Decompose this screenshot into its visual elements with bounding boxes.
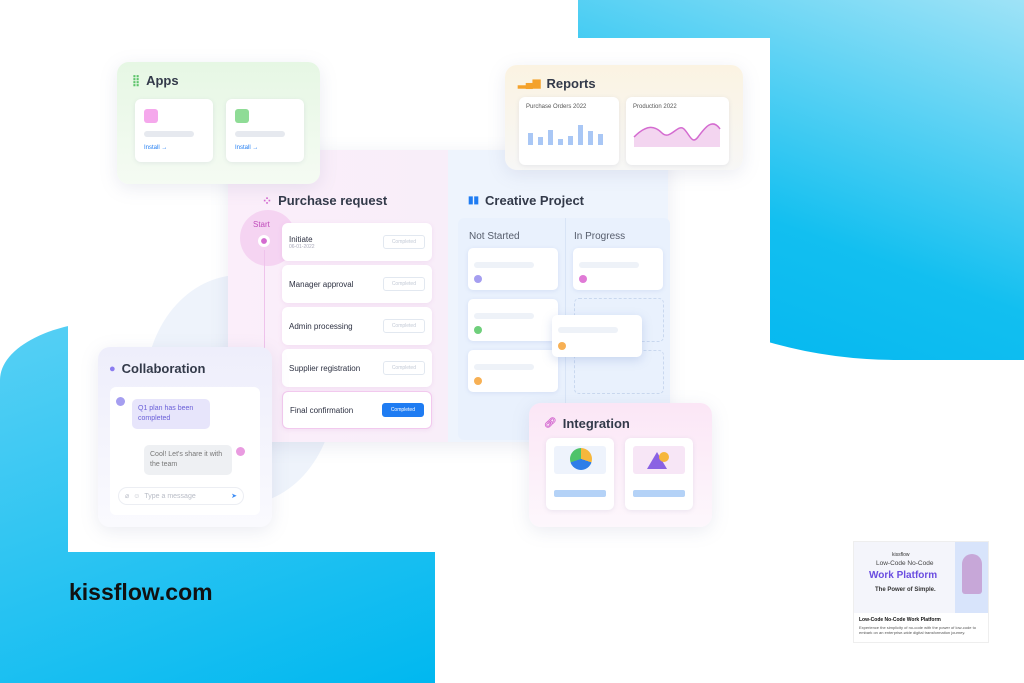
site-url: kissflow.com xyxy=(69,579,213,605)
start-label: Start xyxy=(253,220,270,229)
kanban-icon: ▮▮ xyxy=(468,195,480,206)
task-card[interactable] xyxy=(468,248,558,290)
bar-chart-icon: ▂▄▆ xyxy=(518,78,541,89)
bar xyxy=(538,137,543,145)
step-name: Final confirmation xyxy=(290,405,354,415)
pie-logo-icon xyxy=(570,448,592,470)
step-name: Supplier registration xyxy=(289,363,361,373)
bar xyxy=(578,125,583,145)
message-bubble: Cool! Let's share it with the team xyxy=(144,445,232,475)
collaboration-card: ● Collaboration Q1 plan has been complete… xyxy=(98,347,272,527)
avatar xyxy=(116,397,125,406)
column-in-progress: In Progress xyxy=(574,231,626,242)
bar xyxy=(568,136,573,145)
reports-card: ▂▄▆ Reports Purchase Orders 2022 Producti… xyxy=(505,65,743,170)
task-card[interactable] xyxy=(468,299,558,341)
message-input[interactable]: ⌀ ☺ Type a message ➤ xyxy=(118,487,244,505)
status-badge: Completed xyxy=(381,403,424,417)
promo-thumbnail[interactable]: kissflow Low-Code No-Code Work Platform … xyxy=(853,541,989,643)
bar-chart xyxy=(528,125,603,145)
install-link[interactable]: Install → xyxy=(235,145,258,151)
step-initiate[interactable]: Initiate 06-01-2022 Completed xyxy=(282,223,432,261)
avatar xyxy=(236,447,245,456)
thumb-description: Experience the simplicity of no-code wit… xyxy=(859,625,976,636)
thumb-title: Low-Code No-Code Work Platform xyxy=(859,617,941,623)
integration-card: 🔗︎ Integration xyxy=(529,403,712,527)
send-icon[interactable]: ➤ xyxy=(231,492,237,500)
thumb-brand: kissflow xyxy=(892,552,910,558)
production-chart: Production 2022 xyxy=(626,97,729,165)
install-link[interactable]: Install → xyxy=(144,145,167,151)
column-not-started: Not Started xyxy=(469,231,520,242)
purchase-orders-chart: Purchase Orders 2022 xyxy=(519,97,619,165)
chat-icon: ● xyxy=(109,362,116,375)
task-card[interactable] xyxy=(468,350,558,392)
status-badge: Completed xyxy=(382,319,425,333)
creative-project-title: ▮▮ Creative Project xyxy=(468,193,585,208)
step-name: Initiate xyxy=(289,234,313,244)
bar xyxy=(528,133,533,145)
collaboration-title: ● Collaboration xyxy=(109,361,206,376)
integration-tile[interactable] xyxy=(546,438,614,510)
task-card[interactable] xyxy=(573,248,663,290)
avatar xyxy=(579,275,587,283)
reports-title: ▂▄▆ Reports xyxy=(518,76,596,91)
thumb-line2: Work Platform xyxy=(869,570,938,581)
message-placeholder: Type a message xyxy=(144,492,196,500)
app-tile[interactable]: Install → xyxy=(226,99,304,162)
grid-icon: ⣿ xyxy=(132,75,141,87)
status-badge: Completed xyxy=(382,235,425,249)
avatar xyxy=(474,377,482,385)
integration-tile[interactable] xyxy=(625,438,693,510)
bar xyxy=(548,130,553,145)
step-name: Admin processing xyxy=(289,321,353,331)
avatar xyxy=(474,275,482,283)
step-manager-approval[interactable]: Manager approval Completed xyxy=(282,265,432,303)
dragged-task-card[interactable] xyxy=(552,315,642,357)
attachment-icon[interactable]: ⌀ xyxy=(125,492,129,500)
chat-area: Q1 plan has been completed Cool! Let's s… xyxy=(110,387,260,515)
step-final-confirmation[interactable]: Final confirmation Completed xyxy=(282,391,432,429)
bar xyxy=(598,134,603,145)
grid-dots-icon: ⁘ xyxy=(262,193,273,208)
integration-title: 🔗︎ Integration xyxy=(544,416,630,431)
step-admin-processing[interactable]: Admin processing Completed xyxy=(282,307,432,345)
circle-icon xyxy=(144,109,158,123)
link-icon: 🔗︎ xyxy=(544,418,557,429)
app-tile[interactable]: Install → xyxy=(135,99,213,162)
thumb-line1: Low-Code No-Code xyxy=(876,560,934,567)
apps-title: ⣿ Apps xyxy=(132,73,179,88)
emoji-icon[interactable]: ☺ xyxy=(133,493,140,500)
triangle-icon xyxy=(235,109,249,123)
area-chart xyxy=(633,123,721,147)
person-image xyxy=(962,554,982,594)
avatar xyxy=(474,326,482,334)
status-badge: Completed xyxy=(382,361,425,375)
step-name: Manager approval xyxy=(289,279,354,289)
start-node xyxy=(258,235,270,247)
thumb-line3: The Power of Simple. xyxy=(875,587,936,593)
step-supplier-registration[interactable]: Supplier registration Completed xyxy=(282,349,432,387)
chart-title: Production 2022 xyxy=(633,104,677,110)
chart-title: Purchase Orders 2022 xyxy=(526,104,587,110)
message-bubble: Q1 plan has been completed xyxy=(132,399,210,429)
purchase-request-title: ⁘ Purchase request xyxy=(262,193,388,208)
bar xyxy=(588,131,593,145)
status-badge: Completed xyxy=(382,277,425,291)
step-date: 06-01-2022 xyxy=(289,243,315,250)
apps-card: ⣿ Apps Install → Install → xyxy=(117,62,320,184)
bar xyxy=(558,139,563,145)
avatar xyxy=(558,342,566,350)
